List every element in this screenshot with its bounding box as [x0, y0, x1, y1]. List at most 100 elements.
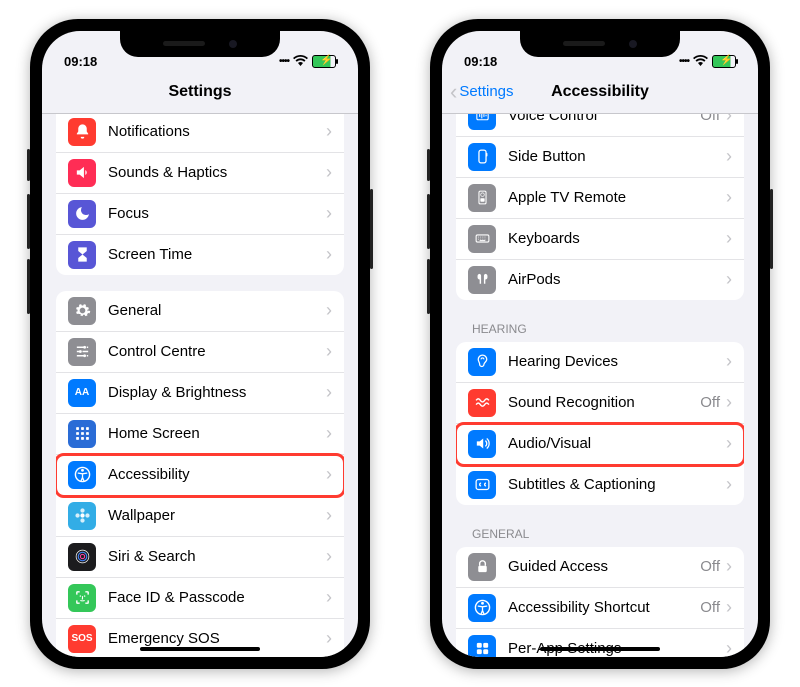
- wave-icon: [468, 389, 496, 417]
- chevron-right-icon: ›: [326, 341, 332, 362]
- grid-icon: [68, 420, 96, 448]
- row-value: Off: [700, 599, 720, 616]
- accessibility-icon: [68, 461, 96, 489]
- chevron-right-icon: ›: [326, 244, 332, 265]
- settings-row-audio-visual[interactable]: Audio/Visual›: [456, 424, 744, 465]
- chevron-right-icon: ›: [726, 638, 732, 657]
- wifi-icon: [293, 54, 308, 69]
- chevron-right-icon: ›: [326, 382, 332, 403]
- home-indicator[interactable]: [140, 647, 260, 651]
- chevron-right-icon: ›: [326, 546, 332, 567]
- speaker-icon: [68, 159, 96, 187]
- chevron-right-icon: ›: [726, 269, 732, 290]
- chevron-right-icon: ›: [726, 351, 732, 372]
- row-value: Off: [700, 558, 720, 575]
- switches-icon: [68, 338, 96, 366]
- row-label: Focus: [108, 205, 326, 222]
- settings-row-guided-access[interactable]: Guided AccessOff ›: [456, 547, 744, 588]
- cellular-icon: ••••: [279, 56, 289, 67]
- settings-row-side-button[interactable]: Side Button›: [456, 137, 744, 178]
- row-label: Side Button: [508, 148, 726, 165]
- row-label: Notifications: [108, 123, 326, 140]
- row-label: Apple TV Remote: [508, 189, 726, 206]
- chevron-right-icon: ›: [726, 597, 732, 618]
- phone-right: 09:18 •••• ⚡ ‹ Settings Accessibility Vo…: [430, 19, 770, 669]
- home-indicator[interactable]: [540, 647, 660, 651]
- nav-bar: ‹ Settings Accessibility: [442, 71, 758, 114]
- row-label: Screen Time: [108, 246, 326, 263]
- settings-row-home-screen[interactable]: Home Screen›: [56, 414, 344, 455]
- settings-row-keyboards[interactable]: Keyboards›: [456, 219, 744, 260]
- back-button[interactable]: ‹ Settings: [450, 83, 514, 100]
- nav-bar: Settings: [42, 71, 358, 114]
- section-header-hearing: Hearing: [442, 316, 758, 342]
- keyboard-icon: [468, 225, 496, 253]
- chevron-right-icon: ›: [726, 556, 732, 577]
- settings-row-subtitles-captioning[interactable]: Subtitles & Captioning›: [456, 465, 744, 505]
- row-label: Control Centre: [108, 343, 326, 360]
- settings-row-hearing-devices[interactable]: Hearing Devices›: [456, 342, 744, 383]
- moon-icon: [68, 200, 96, 228]
- settings-row-sounds-haptics[interactable]: Sounds & Haptics›: [56, 153, 344, 194]
- chevron-right-icon: ›: [726, 146, 732, 167]
- chevron-right-icon: ›: [326, 628, 332, 649]
- row-label: Sounds & Haptics: [108, 164, 326, 181]
- settings-row-notifications[interactable]: Notifications›: [56, 114, 344, 153]
- status-time: 09:18: [464, 54, 497, 69]
- status-time: 09:18: [64, 54, 97, 69]
- accessibility-list[interactable]: Voice ControlOff›Side Button›Apple TV Re…: [442, 114, 758, 657]
- settings-row-siri-search[interactable]: Siri & Search›: [56, 537, 344, 578]
- chevron-right-icon: ›: [326, 162, 332, 183]
- notch: [520, 31, 680, 57]
- faceid-icon: [68, 584, 96, 612]
- chevron-right-icon: ›: [326, 464, 332, 485]
- row-label: Audio/Visual: [508, 435, 726, 452]
- row-label: Emergency SOS: [108, 630, 326, 647]
- battery-icon: ⚡: [712, 55, 736, 68]
- chevron-right-icon: ›: [726, 392, 732, 413]
- row-label: Guided Access: [508, 558, 700, 575]
- chevron-right-icon: ›: [326, 423, 332, 444]
- sos-icon: SOS: [68, 625, 96, 653]
- audio-icon: [468, 430, 496, 458]
- cc-icon: [468, 471, 496, 499]
- chevron-right-icon: ›: [326, 203, 332, 224]
- chevron-right-icon: ›: [326, 300, 332, 321]
- settings-row-wallpaper[interactable]: Wallpaper›: [56, 496, 344, 537]
- ear-icon: [468, 348, 496, 376]
- settings-row-emergency-sos[interactable]: SOS Emergency SOS›: [56, 619, 344, 657]
- settings-row-apple-tv-remote[interactable]: Apple TV Remote›: [456, 178, 744, 219]
- row-value: Off: [700, 394, 720, 411]
- settings-row-voice-control[interactable]: Voice ControlOff›: [456, 114, 744, 137]
- settings-row-sound-recognition[interactable]: Sound RecognitionOff ›: [456, 383, 744, 424]
- row-label: Wallpaper: [108, 507, 326, 524]
- tv-icon: [468, 184, 496, 212]
- flower-icon: [68, 502, 96, 530]
- chevron-right-icon: ›: [726, 474, 732, 495]
- settings-row-display-brightness[interactable]: AADisplay & Brightness›: [56, 373, 344, 414]
- accessibility-icon: [468, 594, 496, 622]
- row-label: Siri & Search: [108, 548, 326, 565]
- cellular-icon: ••••: [679, 56, 689, 67]
- settings-row-focus[interactable]: Focus›: [56, 194, 344, 235]
- settings-row-general[interactable]: General›: [56, 291, 344, 332]
- back-label: Settings: [459, 83, 513, 100]
- hourglass-icon: [68, 241, 96, 269]
- page-title: Accessibility: [551, 83, 649, 101]
- settings-row-accessibility-shortcut[interactable]: Accessibility ShortcutOff›: [456, 588, 744, 629]
- settings-row-screen-time[interactable]: Screen Time›: [56, 235, 344, 275]
- notch: [120, 31, 280, 57]
- wifi-icon: [693, 54, 708, 69]
- battery-icon: ⚡: [312, 55, 336, 68]
- chevron-right-icon: ›: [726, 433, 732, 454]
- row-label: General: [108, 302, 326, 319]
- settings-row-per-app-settings[interactable]: Per-App Settings›: [456, 629, 744, 657]
- settings-row-airpods[interactable]: AirPods›: [456, 260, 744, 300]
- settings-row-face-id-passcode[interactable]: Face ID & Passcode›: [56, 578, 344, 619]
- row-label: Display & Brightness: [108, 384, 326, 401]
- settings-list[interactable]: Notifications›Sounds & Haptics›Focus›Scr…: [42, 114, 358, 657]
- row-label: Sound Recognition: [508, 394, 700, 411]
- settings-row-accessibility[interactable]: Accessibility›: [56, 455, 344, 496]
- settings-row-control-centre[interactable]: Control Centre›: [56, 332, 344, 373]
- row-label: Voice Control: [508, 114, 700, 125]
